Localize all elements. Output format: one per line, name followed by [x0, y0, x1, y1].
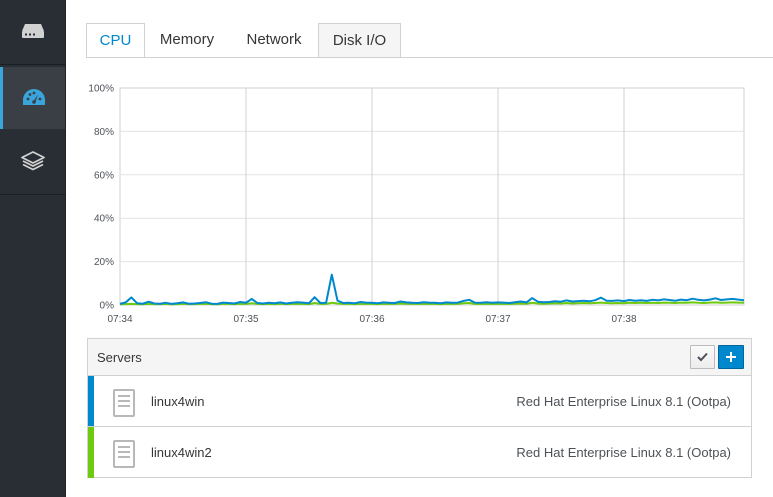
server-tower-icon — [113, 389, 135, 417]
server-os: Red Hat Enterprise Linux 8.1 (Ootpa) — [516, 445, 731, 460]
tab-memory[interactable]: Memory — [150, 23, 224, 58]
check-icon — [697, 352, 708, 362]
x-tick-label: 07:38 — [611, 314, 636, 325]
server-color-indicator — [88, 376, 94, 426]
sidebar — [0, 0, 66, 497]
x-tick-label: 07:34 — [107, 314, 132, 325]
tabs-underline — [86, 57, 773, 58]
x-tick-label: 07:36 — [359, 314, 384, 325]
sidebar-item-host[interactable] — [0, 0, 65, 62]
y-tick-label: 0% — [100, 301, 115, 312]
y-tick-label: 60% — [94, 170, 114, 181]
server-name: linux4win2 — [151, 445, 212, 460]
y-tick-label: 20% — [94, 257, 114, 268]
edit-servers-button[interactable] — [690, 345, 715, 369]
server-row-linux4win[interactable]: linux4win Red Hat Enterprise Linux 8.1 (… — [88, 376, 751, 427]
y-tick-label: 40% — [94, 214, 114, 225]
main-content: CPU Memory Network Disk I/O 100% 80% 60% 40… — [66, 0, 773, 497]
cpu-chart-svg: 100% 80% 60% 40% 20% 0% 07:34 07:35 07:36 07:37 07… — [88, 84, 745, 325]
tab-disk-io[interactable]: Disk I/O — [318, 23, 401, 57]
server-os: Red Hat Enterprise Linux 8.1 (Ootpa) — [516, 394, 731, 409]
server-color-indicator — [88, 427, 94, 478]
y-tick-label: 100% — [88, 84, 114, 95]
metric-tabs: CPU Memory Network Disk I/O — [86, 23, 773, 58]
server-tower-icon — [113, 440, 135, 468]
y-tick-label: 80% — [94, 127, 114, 138]
tab-network[interactable]: Network — [234, 23, 314, 58]
sidebar-item-dashboard[interactable] — [0, 67, 65, 129]
x-tick-label: 07:37 — [485, 314, 510, 325]
sidebar-divider — [0, 64, 65, 65]
add-server-button[interactable] — [718, 345, 744, 369]
plus-icon — [726, 352, 736, 362]
plot-area — [119, 87, 745, 306]
server-name: linux4win — [151, 394, 205, 409]
sidebar-item-applications[interactable] — [0, 130, 65, 192]
x-tick-label: 07:35 — [233, 314, 258, 325]
cpu-chart: 100% 80% 60% 40% 20% 0% 07:34 07:35 07:36 07:37 07… — [86, 72, 773, 332]
servers-title: Servers — [97, 350, 142, 365]
layers-icon — [20, 151, 45, 171]
servers-panel: Servers linux4win Red Hat Enterprise Lin… — [87, 338, 752, 478]
servers-header: Servers — [88, 339, 751, 376]
sidebar-divider — [0, 194, 65, 195]
server-row-linux4win2[interactable]: linux4win2 Red Hat Enterprise Linux 8.1 … — [88, 427, 751, 478]
server-icon — [21, 24, 44, 38]
tab-cpu[interactable]: CPU — [86, 23, 145, 58]
dashboard-icon — [23, 89, 45, 105]
